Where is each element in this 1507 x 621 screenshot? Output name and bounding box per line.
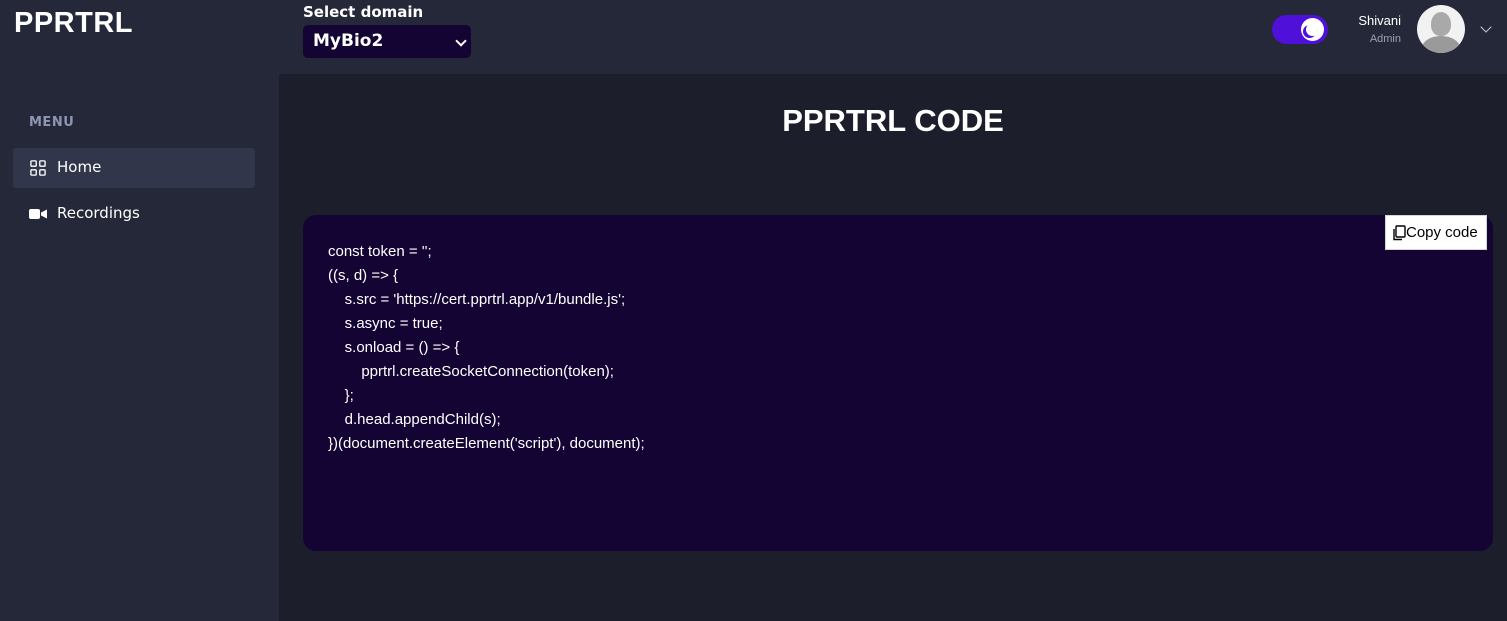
code-block: const token = ''; ((s, d) => { s.src = '… [303,215,1493,551]
code-snippet: const token = ''; ((s, d) => { s.src = '… [328,243,645,452]
sidebar: MENU Home Recordings [0,74,279,621]
domain-select-value: MyBio2 [313,31,384,51]
app-logo: PPRTRL [14,7,133,39]
page-title: PPRTRL CODE [782,103,1004,138]
chevron-down-icon[interactable] [1480,21,1492,33]
toggle-knob [1301,18,1324,41]
video-icon [29,209,47,219]
moon-icon [1306,23,1319,36]
chevron-down-icon [455,35,467,47]
top-header: PPRTRL Select domain MyBio2 Shivani Admi… [0,0,1507,74]
sidebar-item-home[interactable]: Home [13,148,255,188]
copy-code-button[interactable]: Copy code [1385,215,1487,250]
domain-select-label: Select domain [303,3,424,21]
avatar-body [1422,36,1460,53]
copy-icon [1393,225,1406,241]
user-role: Admin [1369,33,1401,45]
sidebar-item-label: Home [57,158,102,176]
grid-icon [30,160,46,176]
avatar-head [1431,12,1451,36]
domain-select[interactable]: MyBio2 [303,25,471,58]
avatar[interactable] [1417,5,1465,53]
menu-title: MENU [29,115,75,130]
sidebar-item-recordings[interactable]: Recordings [13,194,255,234]
user-name: Shivani [1358,13,1401,28]
theme-toggle[interactable] [1272,15,1328,44]
copy-code-label: Copy code [1406,224,1478,241]
sidebar-item-label: Recordings [57,204,140,222]
